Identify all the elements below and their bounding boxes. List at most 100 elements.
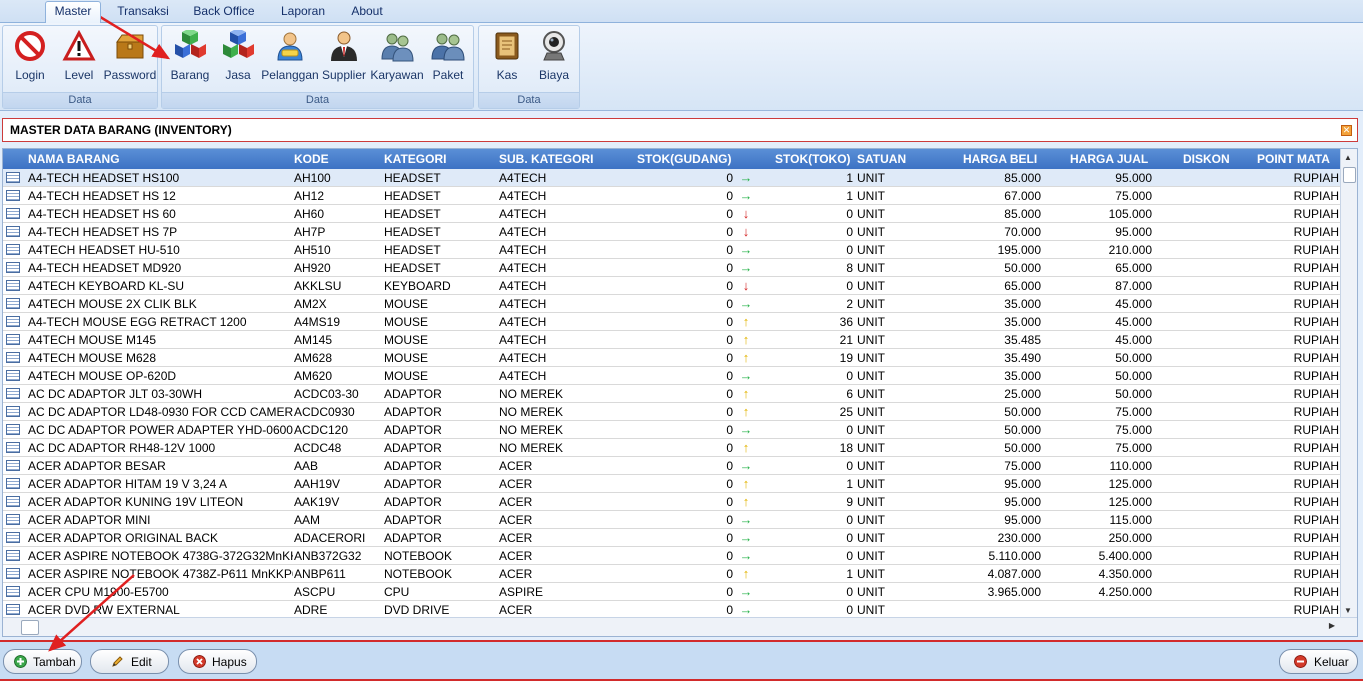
- tab-laporan[interactable]: Laporan: [276, 2, 330, 20]
- cell-kategori: HEADSET: [384, 207, 441, 221]
- cell-beli: 35.485: [1004, 333, 1041, 347]
- hscroll-thumb[interactable]: [21, 620, 39, 635]
- table-row[interactable]: A4TECH MOUSE 2X CLIK BLK AM2X MOUSE A4TECH 0…: [3, 295, 1342, 313]
- row-grid-icon: [6, 424, 20, 435]
- row-grid-icon: [6, 352, 20, 363]
- table-row[interactable]: AC DC ADAPTOR RH48-12V 1000 ACDC48 ADAPTOR…: [3, 439, 1342, 457]
- col-satuan[interactable]: SATUAN: [857, 152, 906, 166]
- tab-back-office[interactable]: Back Office: [188, 2, 260, 20]
- hapus-button[interactable]: Hapus: [178, 649, 257, 674]
- cell-sub: A4TECH: [499, 315, 547, 329]
- cell-kode: AH12: [294, 189, 325, 203]
- level-button[interactable]: Level: [59, 28, 99, 84]
- tab-master[interactable]: Master: [45, 1, 101, 23]
- table-row[interactable]: A4-TECH HEADSET HS 12 AH12 HEADSET A4TECH 0 1…: [3, 187, 1342, 205]
- table-row[interactable]: A4-TECH HEADSET MD920 AH920 HEADSET A4TECH 0…: [3, 259, 1342, 277]
- table-row[interactable]: A4-TECH HEADSET HS 60 AH60 HEADSET A4TECH 0 0…: [3, 205, 1342, 223]
- table-row[interactable]: ACER ADAPTOR KUNING 19V LITEON AAK19V ADAP…: [3, 493, 1342, 511]
- password-button[interactable]: Password: [104, 28, 156, 84]
- table-row[interactable]: A4TECH MOUSE OP-620D AM620 MOUSE A4TECH 0 0 UN…: [3, 367, 1342, 385]
- tab-transaksi[interactable]: Transaksi: [112, 2, 174, 20]
- scroll-thumb[interactable]: [1343, 167, 1356, 183]
- cell-sub: ACER: [499, 549, 533, 563]
- table-row[interactable]: A4-TECH MOUSE EGG RETRACT 1200 A4MS19 MOUS…: [3, 313, 1342, 331]
- table-row[interactable]: ACER ASPIRE NOTEBOOK 4738G-372G32MnKK,Ci…: [3, 547, 1342, 565]
- horizontal-scrollbar[interactable]: ▶: [3, 617, 1357, 636]
- exit-icon: [1294, 655, 1307, 668]
- biaya-button[interactable]: Biaya: [533, 28, 575, 84]
- table-row[interactable]: A4-TECH HEADSET HS100 AH100 HEADSET A4TECH 0…: [3, 169, 1342, 187]
- cell-point: RUPIAH: [1293, 351, 1339, 365]
- table-row[interactable]: A4TECH HEADSET HU-510 AH510 HEADSET A4TECH 0…: [3, 241, 1342, 259]
- inventory-grid[interactable]: NAMA BARANG KODE KATEGORI SUB. KATEGORI …: [2, 148, 1358, 637]
- col-point-mata[interactable]: POINT MATA: [1257, 152, 1330, 166]
- table-row[interactable]: AC DC ADAPTOR POWER ADAPTER YHD-0600800V…: [3, 421, 1342, 439]
- cell-point: RUPIAH: [1293, 405, 1339, 419]
- stock-trend-right-icon: →: [739, 296, 753, 311]
- close-icon[interactable]: ✕: [1341, 125, 1352, 136]
- row-grid-icon: [6, 568, 20, 579]
- supplier-button[interactable]: Supplier: [322, 28, 366, 84]
- cell-sub: ACER: [499, 567, 533, 581]
- tambah-button[interactable]: Tambah: [3, 649, 82, 674]
- col-diskon[interactable]: DISKON: [1183, 152, 1230, 166]
- table-row[interactable]: ACER CPU M1900-E5700 ASCPU CPU ASPIRE 0 0 UNIT…: [3, 583, 1342, 601]
- stock-trend-right-icon: →: [739, 548, 753, 563]
- tab-about[interactable]: About: [345, 2, 389, 20]
- table-row[interactable]: A4TECH MOUSE M145 AM145 MOUSE A4TECH 0 21 UNIT…: [3, 331, 1342, 349]
- cell-kategori: MOUSE: [384, 351, 429, 365]
- table-row[interactable]: A4-TECH HEADSET HS 7P AH7P HEADSET A4TECH 0 0…: [3, 223, 1342, 241]
- login-button[interactable]: Login: [9, 28, 51, 84]
- table-row[interactable]: ACER ASPIRE NOTEBOOK 4738Z-P611 MnKKP610…: [3, 565, 1342, 583]
- cell-point: RUPIAH: [1293, 189, 1339, 203]
- col-harga-beli[interactable]: HARGA BELI: [963, 152, 1037, 166]
- stock-trend-down-icon: ↓: [742, 278, 750, 293]
- paket-button[interactable]: Paket: [428, 28, 468, 84]
- scroll-right-icon[interactable]: ▶: [1329, 621, 1335, 630]
- cell-point: RUPIAH: [1293, 297, 1339, 311]
- cell-gudang: 0: [726, 297, 733, 311]
- col-nama-barang[interactable]: NAMA BARANG: [28, 152, 120, 166]
- table-row[interactable]: AC DC ADAPTOR JLT 03-30WH ACDC03-30 ADAPTO…: [3, 385, 1342, 403]
- col-kategori[interactable]: KATEGORI: [384, 152, 446, 166]
- table-row[interactable]: A4TECH MOUSE M628 AM628 MOUSE A4TECH 0 19 UNIT…: [3, 349, 1342, 367]
- table-row[interactable]: A4TECH KEYBOARD KL-SU AKKLSU KEYBOARD A4TEC…: [3, 277, 1342, 295]
- cell-gudang: 0: [726, 279, 733, 293]
- cell-beli: 50.000: [1004, 441, 1041, 455]
- pelanggan-button[interactable]: Pelanggan: [261, 28, 319, 84]
- cell-beli: 195.000: [997, 243, 1041, 257]
- karyawan-label: Karyawan: [370, 68, 424, 82]
- businessman-icon: [331, 31, 357, 61]
- kas-button[interactable]: Kas: [487, 28, 527, 84]
- cell-gudang: 0: [726, 423, 733, 437]
- cell-kategori: KEYBOARD: [384, 279, 451, 293]
- karyawan-button[interactable]: Karyawan: [370, 28, 424, 84]
- cell-beli: 95.000: [1004, 477, 1041, 491]
- cell-gudang: 0: [726, 549, 733, 563]
- col-kode[interactable]: KODE: [294, 152, 329, 166]
- scroll-down-icon[interactable]: ▼: [1344, 606, 1352, 615]
- col-harga-jual[interactable]: HARGA JUAL: [1070, 152, 1148, 166]
- col-sub-kategori[interactable]: SUB. KATEGORI: [499, 152, 593, 166]
- scroll-up-icon[interactable]: ▲: [1344, 153, 1352, 162]
- cell-gudang: 0: [726, 225, 733, 239]
- cell-jual: 87.000: [1115, 279, 1152, 293]
- edit-button[interactable]: Edit: [90, 649, 169, 674]
- table-row[interactable]: ACER ADAPTOR HITAM 19 V 3,24 A AAH19V ADAP…: [3, 475, 1342, 493]
- cell-kategori: NOTEBOOK: [384, 549, 453, 563]
- col-stok-toko[interactable]: STOK(TOKO): [775, 152, 851, 166]
- row-grid-icon: [6, 172, 20, 183]
- table-row[interactable]: ACER ADAPTOR MINI AAM ADAPTOR ACER 0 0 UNIT 95.…: [3, 511, 1342, 529]
- cell-jual: 75.000: [1115, 189, 1152, 203]
- table-row[interactable]: ACER ADAPTOR ORIGINAL BACK ADACERORI ADAPT…: [3, 529, 1342, 547]
- col-stok-gudang[interactable]: STOK(GUDANG): [637, 152, 731, 166]
- cell-nama: A4-TECH HEADSET HS 7P: [28, 225, 178, 239]
- barang-button[interactable]: Barang: [168, 28, 212, 84]
- keluar-button[interactable]: Keluar: [1279, 649, 1358, 674]
- cell-satuan: UNIT: [857, 405, 885, 419]
- jasa-button[interactable]: Jasa: [218, 28, 258, 84]
- cell-jual: 105.000: [1108, 207, 1152, 221]
- table-row[interactable]: ACER ADAPTOR BESAR AAB ADAPTOR ACER 0 0 UNIT 75…: [3, 457, 1342, 475]
- table-row[interactable]: AC DC ADAPTOR LD48-0930 FOR CCD CAMERA AC…: [3, 403, 1342, 421]
- vertical-scrollbar[interactable]: ▲ ▼: [1340, 149, 1357, 619]
